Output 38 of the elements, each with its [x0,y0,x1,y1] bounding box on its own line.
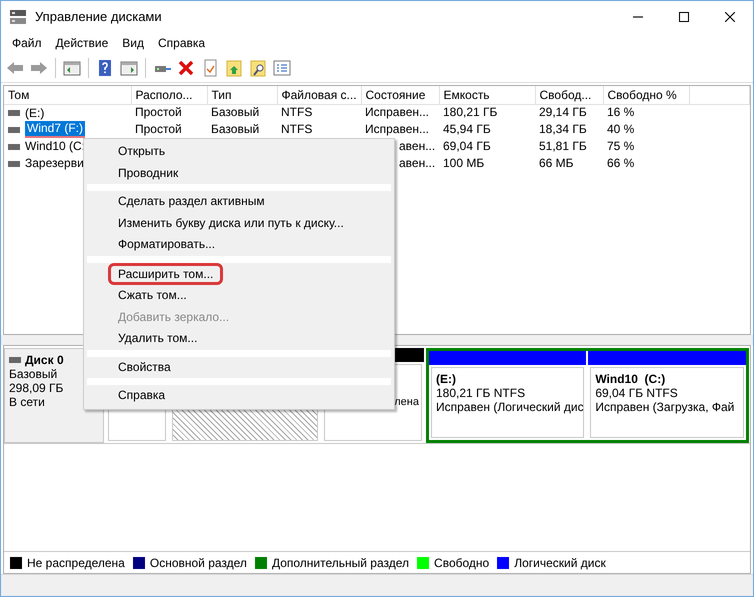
disk-status: В сети [9,395,46,409]
table-cell: 69,04 ГБ [443,139,491,153]
table-cell: Простой [135,122,182,136]
partition-text: лена [393,395,419,409]
table-cell: 66 МБ [539,156,574,170]
table-cell: авен... [399,156,436,170]
table-cell: Базовый [211,105,260,120]
table-cell: 75 % [607,139,634,153]
disk-type: Базовый [9,367,58,381]
table-cell: 29,14 ГБ [539,105,587,120]
legend-label: Дополнительный раздел [272,554,410,572]
legend-label: Не распределена [27,554,125,572]
table-cell: NTFS [281,105,312,120]
table-cell: 18,34 ГБ [539,122,587,136]
partition-size: 69,04 ГБ NTFS [595,386,679,400]
table-cell: 16 % [607,105,634,120]
partition-status: Исправен (Загрузка, Фай [595,400,736,414]
partition-name: (E:) [436,372,457,386]
legend-label: Логический диск [514,554,606,572]
table-cell: Исправен... [365,122,430,136]
table-cell: NTFS [281,122,312,136]
partition-name: Wind10 (C:) [595,372,666,386]
disk-name: Диск 0 [25,353,64,367]
table-cell: 40 % [607,122,634,136]
table-cell: 100 МБ [443,156,484,170]
table-cell: 51,81 ГБ [539,139,587,153]
table-cell: Базовый [211,122,260,136]
window-title: Управление дисками [35,8,162,26]
legend-label: Свободно [434,554,490,572]
table-cell: авен... [399,139,436,153]
table-cell: 45,94 ГБ [443,122,491,136]
table-cell: Простой [135,105,182,120]
disk-size: 298,09 ГБ [9,381,64,395]
partition-size: 180,21 ГБ NTFS [436,386,526,400]
legend-label: Основной раздел [150,554,247,572]
table-cell: 66 % [607,156,634,170]
table-cell: Исправен... [365,105,430,120]
table-cell: 180,21 ГБ [443,105,498,120]
